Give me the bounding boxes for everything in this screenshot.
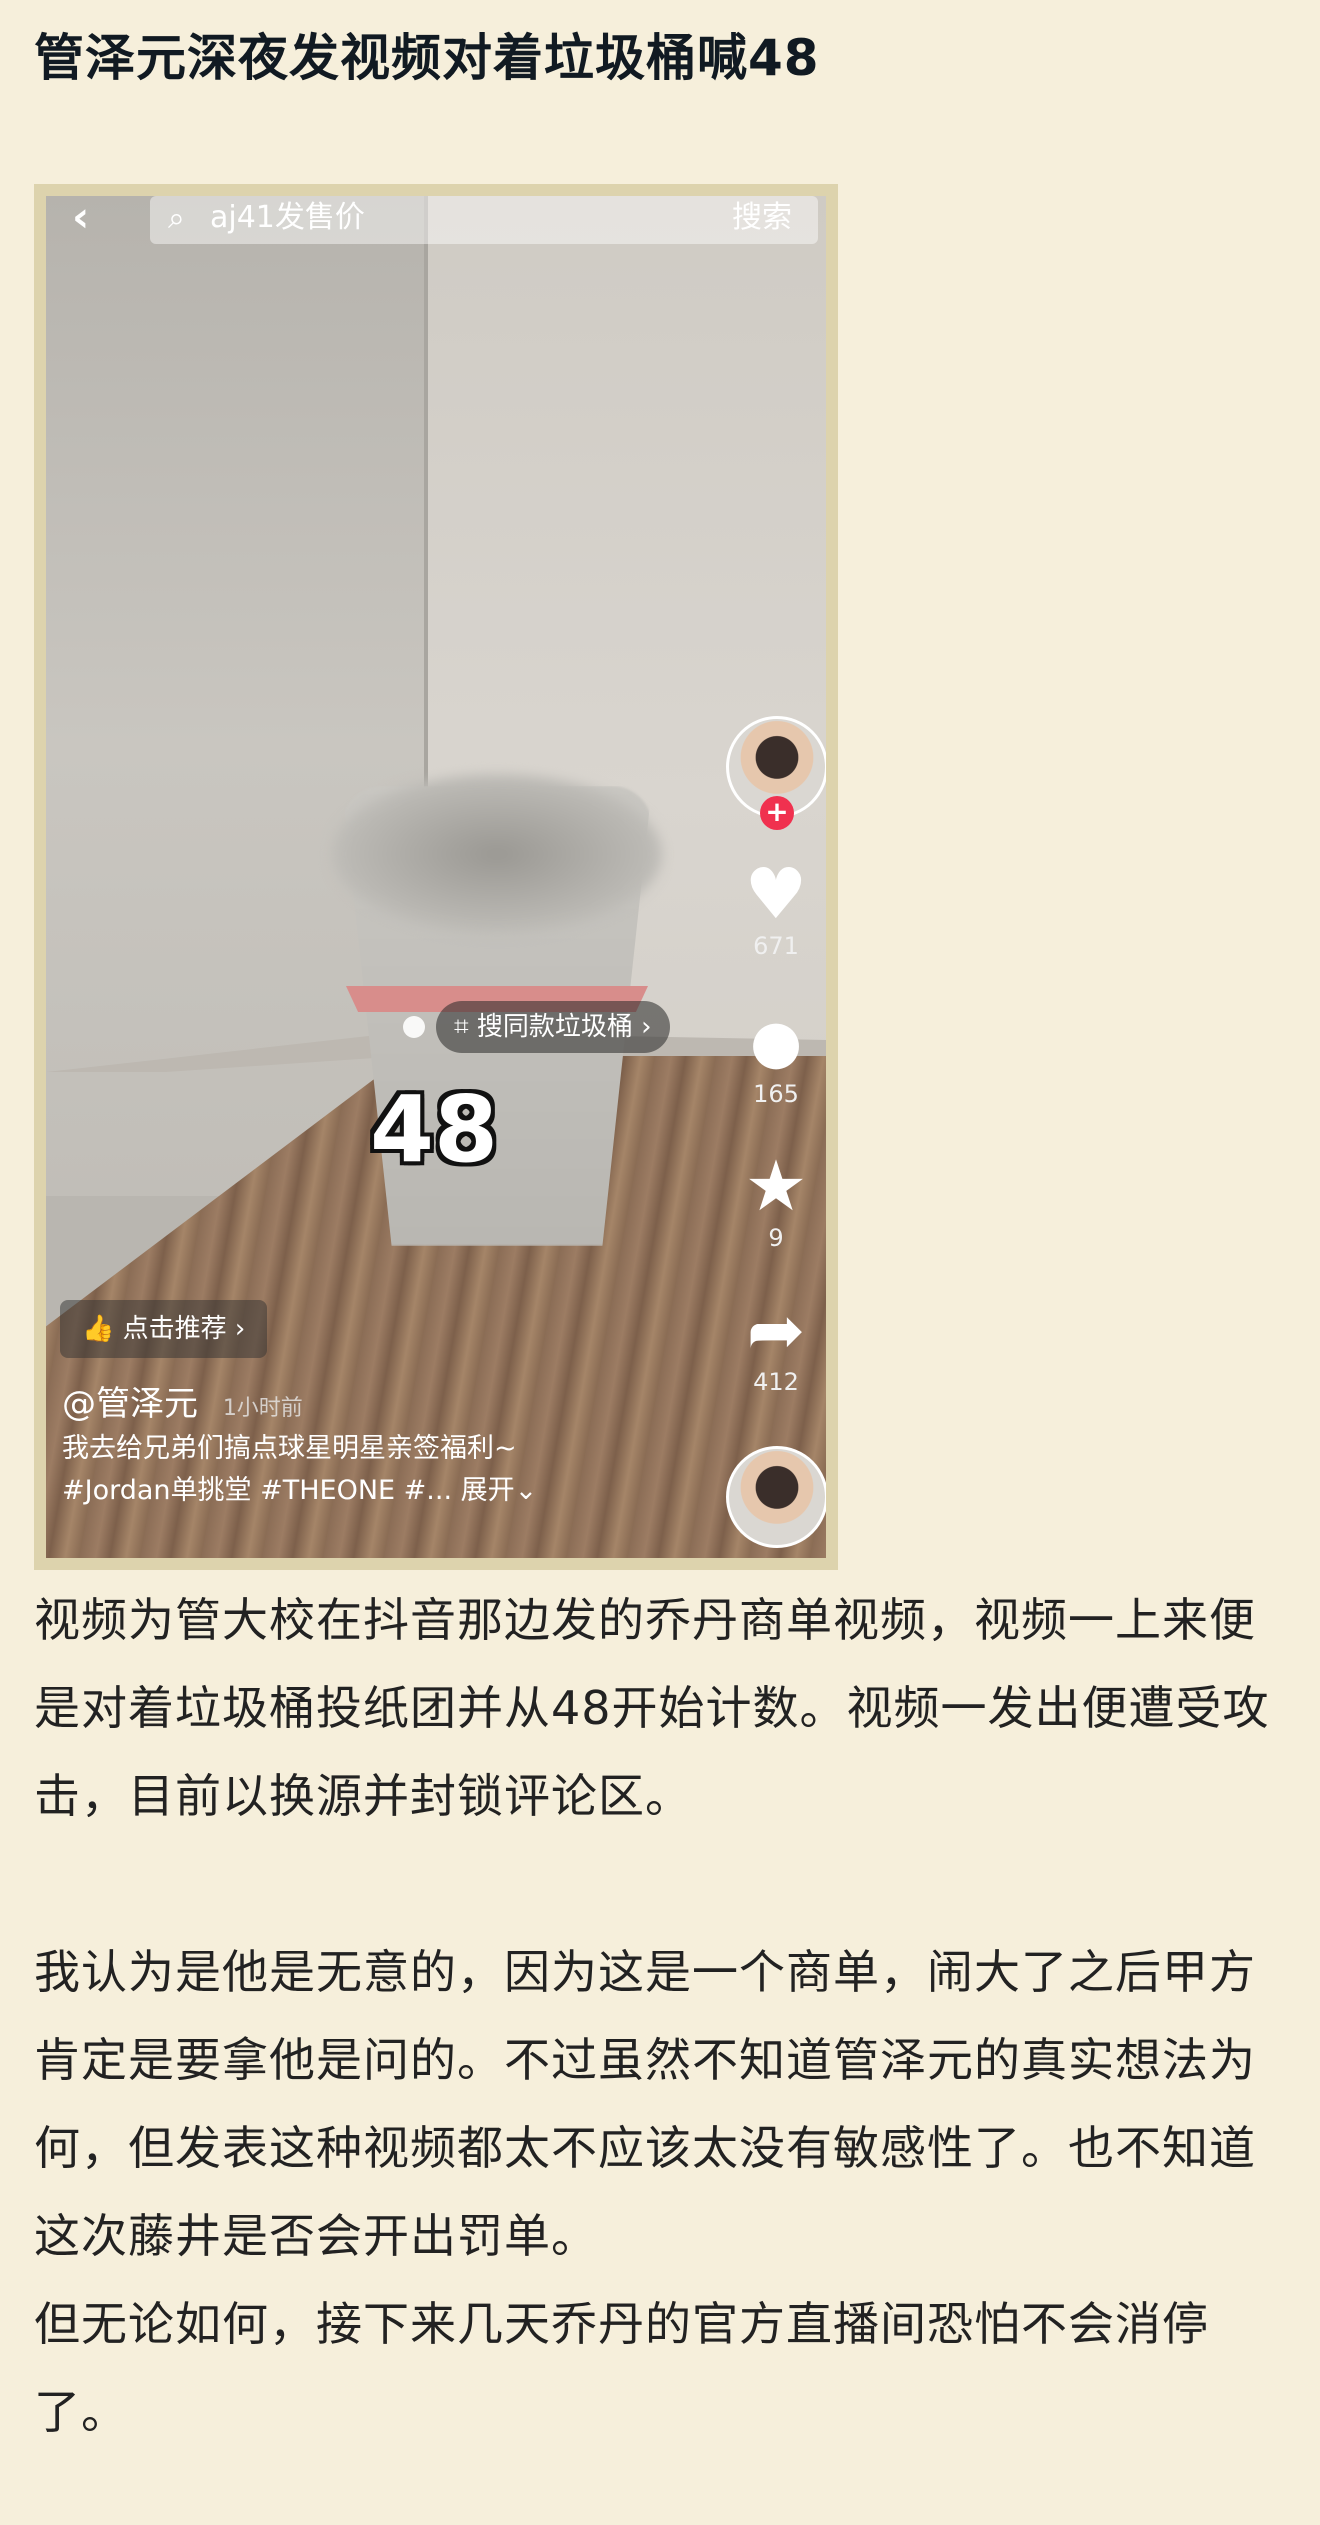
search-placeholder: aj41发售价: [210, 200, 365, 235]
star-icon: ★: [744, 1145, 808, 1227]
author-avatar-button[interactable]: +: [726, 716, 826, 830]
music-avatar: [726, 1446, 826, 1548]
paragraph-2: 我认为是他是无意的，因为这是一个商单，闹大了之后甲方肯定是要拿他是问的。不过虽然…: [34, 1945, 1256, 2263]
recommend-button[interactable]: 👍 点击推荐 ›: [60, 1300, 268, 1358]
author-handle[interactable]: @管泽元 1小时前: [62, 1376, 303, 1425]
follow-plus-icon[interactable]: +: [760, 796, 794, 830]
like-count: 671: [753, 932, 799, 960]
scan-icon: ⌗: [454, 1012, 477, 1042]
caption-line-1: 我去给兄弟们搞点球星明星亲签福利~: [62, 1433, 517, 1464]
caption-line-2[interactable]: #Jordan单挑堂 #THEONE #... 展开⌄: [62, 1470, 682, 1512]
paragraph-3: 但无论如何，接下来几天乔丹的官方直播间恐怕不会消停了。: [34, 2297, 1209, 2439]
comment-icon: ●: [749, 1007, 803, 1077]
video-caption: 我去给兄弟们搞点球星明星亲签福利~ #Jordan单挑堂 #THEONE #..…: [62, 1428, 682, 1512]
video-screenshot-frame: ‹ ⌕ aj41发售价 搜索 ⌗ 搜同款垃圾桶 › 48 + ♥ 671 ● 1…: [34, 184, 838, 1570]
thumbs-up-icon: 👍: [82, 1314, 123, 1344]
trash-bin-opening: [332, 774, 662, 934]
article-title: 管泽元深夜发视频对着垃圾桶喊48: [34, 29, 820, 87]
like-button[interactable]: ♥ 671: [726, 856, 826, 960]
paragraph-1: 视频为管大校在抖音那边发的乔丹商单视频，视频一上来便是对着垃圾桶投纸团并从48开…: [34, 1593, 1270, 1823]
comment-count: 165: [753, 1080, 799, 1108]
post-time: 1小时前: [222, 1396, 303, 1421]
video-screenshot[interactable]: ‹ ⌕ aj41发售价 搜索 ⌗ 搜同款垃圾桶 › 48 + ♥ 671 ● 1…: [46, 196, 826, 1558]
product-tag-dot: [403, 1016, 425, 1038]
music-avatar-button[interactable]: [726, 1446, 826, 1548]
overlay-number: 48: [370, 1076, 499, 1183]
search-input[interactable]: ⌕ aj41发售价 搜索: [150, 196, 818, 244]
heart-icon: ♥: [744, 853, 808, 935]
search-button[interactable]: 搜索: [732, 196, 792, 240]
search-icon: ⌕: [168, 201, 185, 236]
product-tag-label: 搜同款垃圾桶 ›: [476, 1012, 652, 1042]
share-arrow-icon: ➦: [746, 1289, 806, 1371]
share-count: 412: [753, 1368, 799, 1396]
comment-button[interactable]: ● 165: [726, 1004, 826, 1108]
author-name: @管泽元: [62, 1384, 198, 1424]
favorite-count: 9: [768, 1224, 784, 1252]
chevron-left-icon[interactable]: ‹: [72, 196, 89, 241]
favorite-button[interactable]: ★ 9: [726, 1148, 826, 1252]
recommend-label: 点击推荐 ›: [122, 1314, 246, 1344]
product-tag[interactable]: ⌗ 搜同款垃圾桶 ›: [436, 1001, 670, 1053]
share-button[interactable]: ➦ 412: [726, 1292, 826, 1396]
